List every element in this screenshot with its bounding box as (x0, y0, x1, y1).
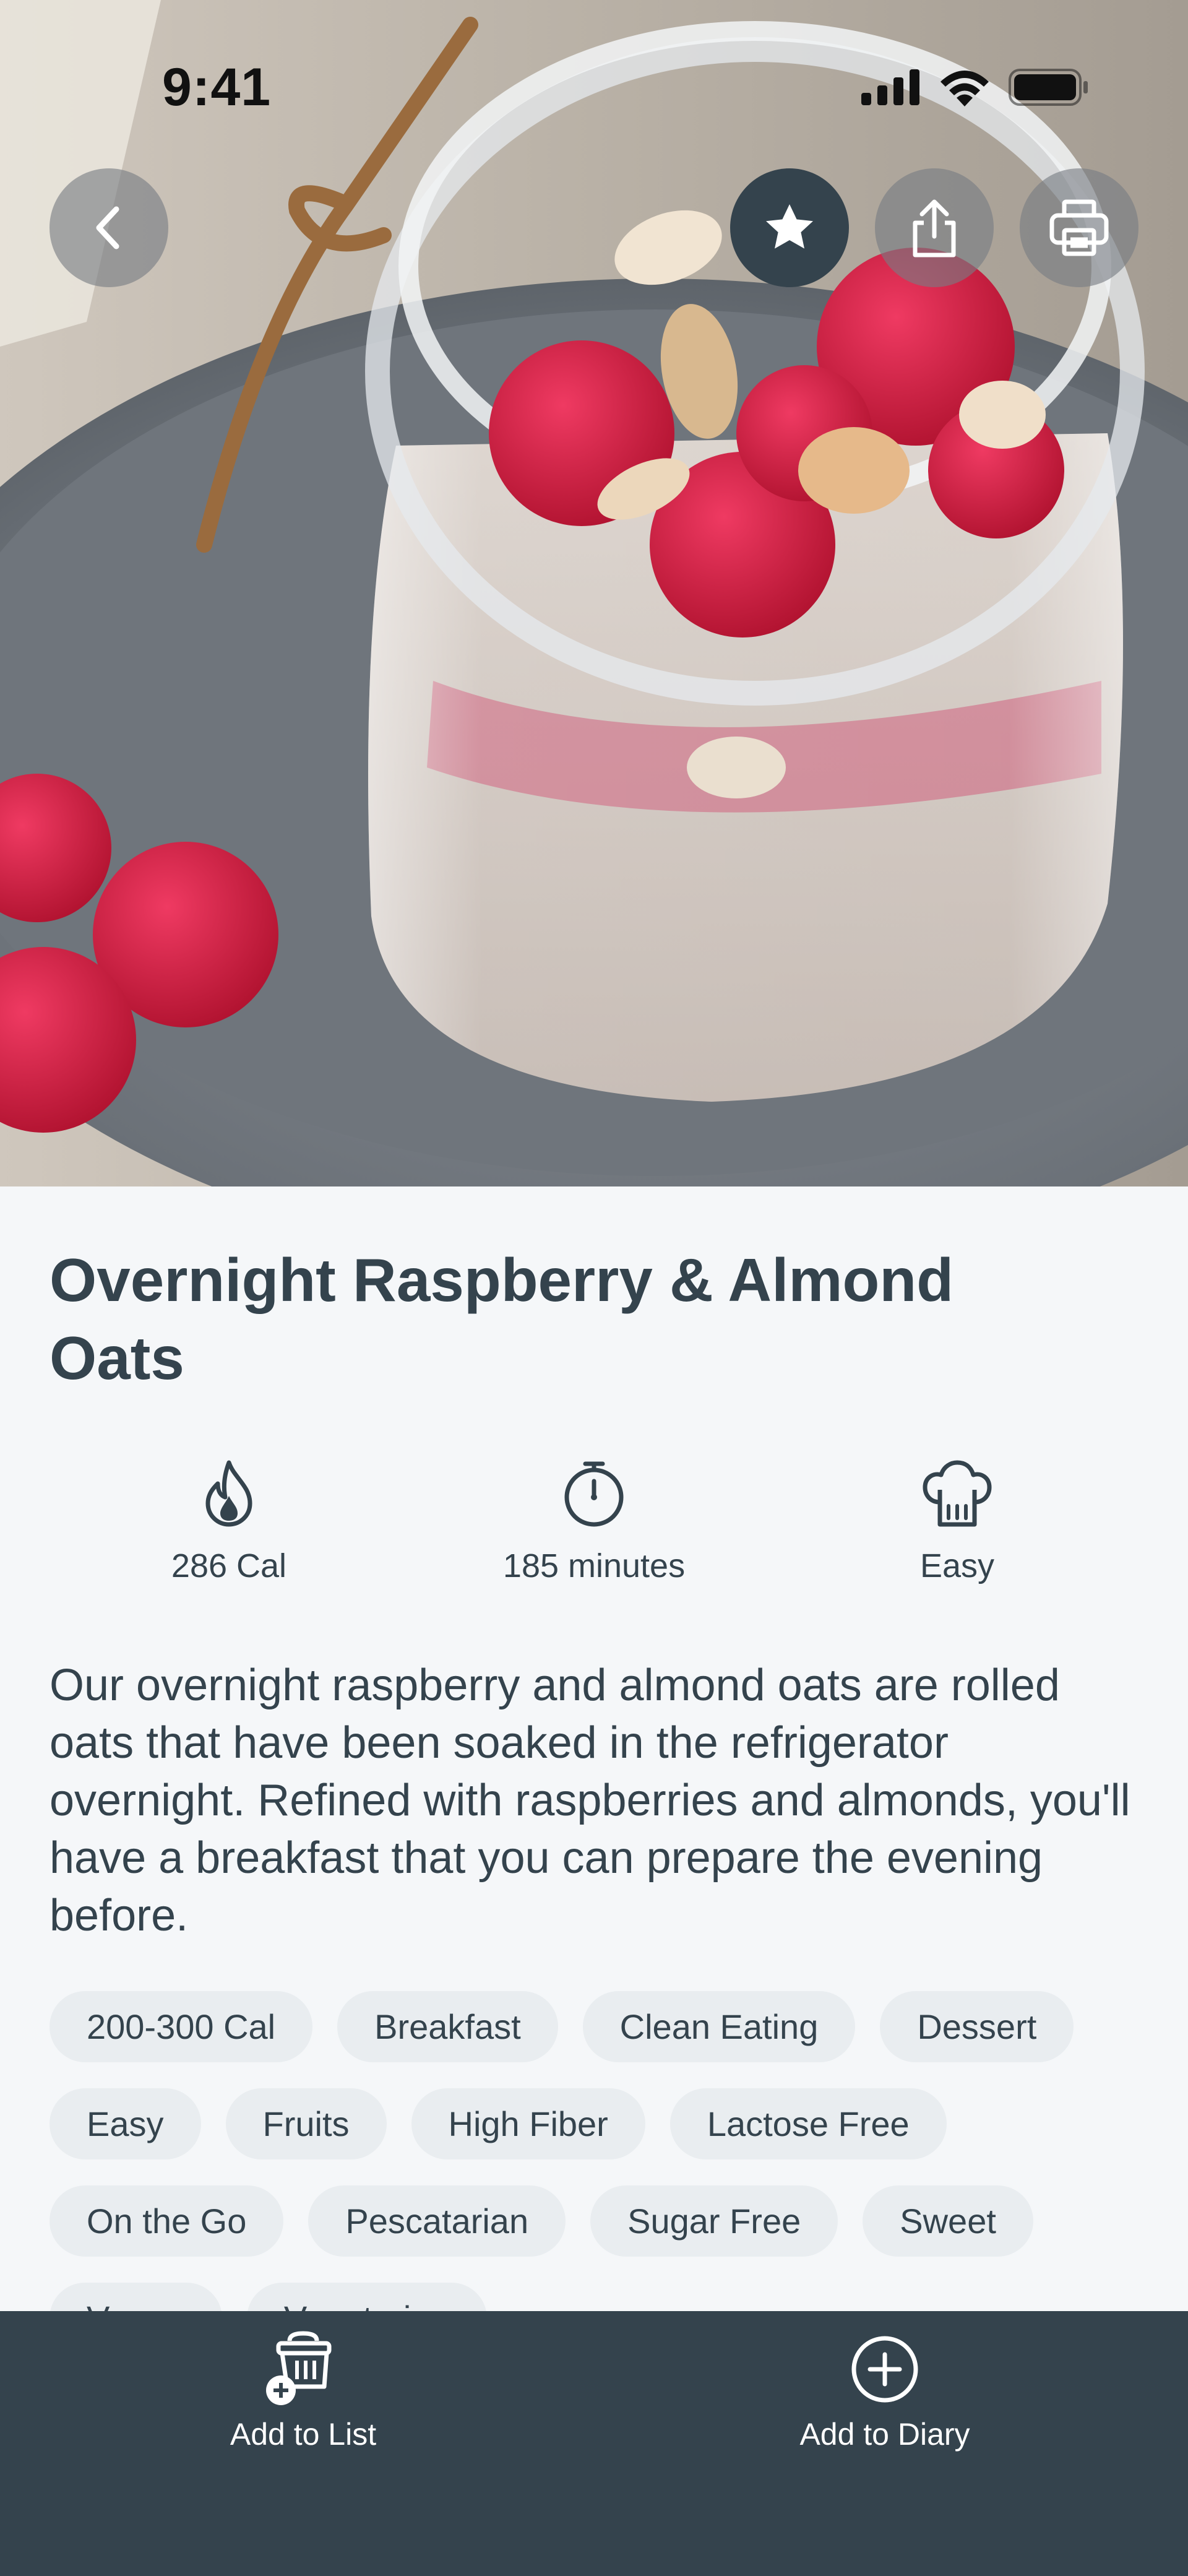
flame-icon (205, 1460, 252, 1527)
tag-chip[interactable]: Pescatarian (308, 2185, 566, 2257)
status-bar: 9:41 (0, 0, 1188, 179)
status-icons (861, 68, 1089, 106)
stopwatch-icon (564, 1461, 624, 1527)
difficulty-value: Easy (919, 1547, 995, 1584)
tag-list: 200-300 Cal Breakfast Clean Eating Desse… (50, 1991, 1151, 2311)
back-button[interactable] (50, 168, 168, 287)
tag-chip[interactable]: Breakfast (337, 1991, 558, 2062)
recipe-details: Overnight Raspberry & Almond Oats 286 Ca… (0, 1186, 1188, 2311)
print-icon (1049, 199, 1109, 256)
tag-chip[interactable]: Dessert (880, 1991, 1074, 2062)
tag-chip[interactable]: Vegetarian (246, 2283, 487, 2311)
tag-chip[interactable]: High Fiber (411, 2088, 645, 2159)
signal-icon (861, 69, 919, 105)
tag-chip[interactable]: Sweet (863, 2185, 1033, 2257)
tag-chip[interactable]: Sugar Free (590, 2185, 838, 2257)
battery-icon (1009, 69, 1088, 106)
calories-stat: 286 Cal (74, 1459, 384, 1585)
tag-chip[interactable]: Fruits (225, 2088, 387, 2159)
chef-hat-icon (923, 1460, 992, 1527)
chevron-left-icon (96, 206, 119, 249)
recipe-description: Our overnight raspberry and almond oats … (50, 1661, 1130, 1940)
add-to-list-button[interactable]: Add to List (148, 2331, 458, 2452)
add-to-list-label: Add to List (230, 2417, 377, 2452)
calories-value: 286 Cal (171, 1547, 287, 1584)
recipe-title: Overnight Raspberry & Almond Oats (50, 1246, 954, 1392)
recipe-stats: 286 Cal 185 minutes Easy (0, 1459, 1188, 1601)
tag-chip[interactable]: Lactose Free (669, 2088, 947, 2159)
difficulty-stat: Easy (803, 1459, 1112, 1585)
print-button[interactable] (1020, 168, 1138, 287)
basket-add-icon (266, 2331, 332, 2405)
time-value: 185 minutes (502, 1547, 686, 1584)
tag-chip[interactable]: 200-300 Cal (50, 1991, 313, 2062)
add-to-diary-button[interactable]: Add to Diary (730, 2331, 1040, 2452)
tag-chip[interactable]: Easy (50, 2088, 201, 2159)
share-button[interactable] (875, 168, 994, 287)
tag-chip[interactable]: Vegan (50, 2283, 222, 2311)
favorite-button[interactable] (730, 168, 849, 287)
time-stat: 185 minutes (439, 1459, 749, 1585)
add-to-diary-label: Add to Diary (799, 2417, 970, 2452)
star-icon (766, 204, 813, 249)
tag-chip[interactable]: Clean Eating (582, 1991, 856, 2062)
wifi-icon (940, 71, 989, 106)
share-icon (913, 199, 956, 257)
tag-chip[interactable]: On the Go (50, 2185, 284, 2257)
status-time: 9:41 (162, 58, 272, 117)
bottom-action-bar: Add to List Add to Diary (0, 2311, 1188, 2576)
hero-image: 9:41 (0, 0, 1188, 1186)
plus-circle-icon (851, 2336, 918, 2403)
